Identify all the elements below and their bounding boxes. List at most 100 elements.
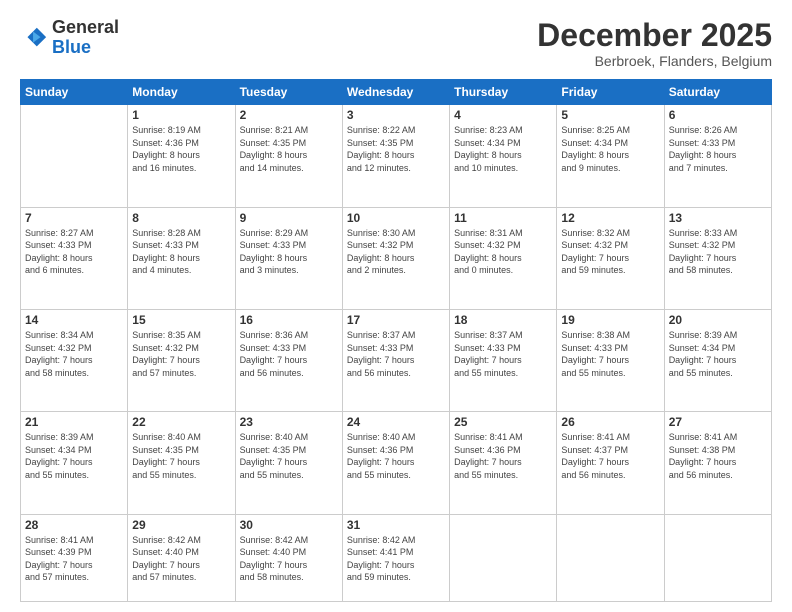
day-number: 21 bbox=[25, 415, 123, 429]
page: General Blue December 2025 Berbroek, Fla… bbox=[0, 0, 792, 612]
day-number: 25 bbox=[454, 415, 552, 429]
table-row: 18 Sunrise: 8:37 AM Sunset: 4:33 PM Dayli… bbox=[450, 309, 557, 411]
day-number: 22 bbox=[132, 415, 230, 429]
table-row: 24 Sunrise: 8:40 AM Sunset: 4:36 PM Dayli… bbox=[342, 412, 449, 514]
table-row: 19 Sunrise: 8:38 AM Sunset: 4:33 PM Dayli… bbox=[557, 309, 664, 411]
calendar-week-row: 28 Sunrise: 8:41 AM Sunset: 4:39 PM Dayli… bbox=[21, 514, 772, 601]
day-number: 2 bbox=[240, 108, 338, 122]
day-number: 17 bbox=[347, 313, 445, 327]
calendar-week-row: 21 Sunrise: 8:39 AM Sunset: 4:34 PM Dayli… bbox=[21, 412, 772, 514]
day-number: 30 bbox=[240, 518, 338, 532]
table-row: 11 Sunrise: 8:31 AM Sunset: 4:32 PM Dayli… bbox=[450, 207, 557, 309]
table-row: 20 Sunrise: 8:39 AM Sunset: 4:34 PM Dayli… bbox=[664, 309, 771, 411]
day-info: Sunrise: 8:31 AM Sunset: 4:32 PM Dayligh… bbox=[454, 227, 552, 277]
day-number: 19 bbox=[561, 313, 659, 327]
table-row: 4 Sunrise: 8:23 AM Sunset: 4:34 PM Daylig… bbox=[450, 105, 557, 207]
day-info: Sunrise: 8:40 AM Sunset: 4:35 PM Dayligh… bbox=[240, 431, 338, 481]
day-info: Sunrise: 8:27 AM Sunset: 4:33 PM Dayligh… bbox=[25, 227, 123, 277]
title-block: December 2025 Berbroek, Flanders, Belgiu… bbox=[537, 18, 772, 69]
day-info: Sunrise: 8:22 AM Sunset: 4:35 PM Dayligh… bbox=[347, 124, 445, 174]
day-info: Sunrise: 8:21 AM Sunset: 4:35 PM Dayligh… bbox=[240, 124, 338, 174]
day-number: 29 bbox=[132, 518, 230, 532]
day-info: Sunrise: 8:42 AM Sunset: 4:40 PM Dayligh… bbox=[132, 534, 230, 584]
table-row: 22Sunrise: 8:40 AM Sunset: 4:35 PM Dayli… bbox=[128, 412, 235, 514]
table-row: 28 Sunrise: 8:41 AM Sunset: 4:39 PM Dayli… bbox=[21, 514, 128, 601]
day-info: Sunrise: 8:37 AM Sunset: 4:33 PM Dayligh… bbox=[454, 329, 552, 379]
table-row: 25 Sunrise: 8:41 AM Sunset: 4:36 PM Dayli… bbox=[450, 412, 557, 514]
calendar-table: Sunday Monday Tuesday Wednesday Thursday… bbox=[20, 79, 772, 602]
day-info: Sunrise: 8:39 AM Sunset: 4:34 PM Dayligh… bbox=[669, 329, 767, 379]
header: General Blue December 2025 Berbroek, Fla… bbox=[20, 18, 772, 69]
table-row: 2 Sunrise: 8:21 AM Sunset: 4:35 PM Daylig… bbox=[235, 105, 342, 207]
day-number: 11 bbox=[454, 211, 552, 225]
day-info: Sunrise: 8:41 AM Sunset: 4:39 PM Dayligh… bbox=[25, 534, 123, 584]
day-info: Sunrise: 8:36 AM Sunset: 4:33 PM Dayligh… bbox=[240, 329, 338, 379]
logo-general: General bbox=[52, 18, 119, 38]
day-info: Sunrise: 8:40 AM Sunset: 4:36 PM Dayligh… bbox=[347, 431, 445, 481]
day-info: Sunrise: 8:39 AM Sunset: 4:34 PM Dayligh… bbox=[25, 431, 123, 481]
day-number: 10 bbox=[347, 211, 445, 225]
day-number: 16 bbox=[240, 313, 338, 327]
day-number: 5 bbox=[561, 108, 659, 122]
day-info: Sunrise: 8:32 AM Sunset: 4:32 PM Dayligh… bbox=[561, 227, 659, 277]
day-info: Sunrise: 8:23 AM Sunset: 4:34 PM Dayligh… bbox=[454, 124, 552, 174]
table-row: 17Sunrise: 8:37 AM Sunset: 4:33 PM Dayli… bbox=[342, 309, 449, 411]
table-row: 7 Sunrise: 8:27 AM Sunset: 4:33 PM Daylig… bbox=[21, 207, 128, 309]
day-number: 12 bbox=[561, 211, 659, 225]
day-info: Sunrise: 8:34 AM Sunset: 4:32 PM Dayligh… bbox=[25, 329, 123, 379]
month-title: December 2025 bbox=[537, 18, 772, 53]
day-number: 1 bbox=[132, 108, 230, 122]
calendar-week-row: 14 Sunrise: 8:34 AM Sunset: 4:32 PM Dayli… bbox=[21, 309, 772, 411]
day-number: 7 bbox=[25, 211, 123, 225]
day-info: Sunrise: 8:41 AM Sunset: 4:37 PM Dayligh… bbox=[561, 431, 659, 481]
day-number: 23 bbox=[240, 415, 338, 429]
weekday-header-row: Sunday Monday Tuesday Wednesday Thursday… bbox=[21, 80, 772, 105]
table-row: 9 Sunrise: 8:29 AM Sunset: 4:33 PM Daylig… bbox=[235, 207, 342, 309]
table-row: 6Sunrise: 8:26 AM Sunset: 4:33 PM Daylig… bbox=[664, 105, 771, 207]
table-row: 3 Sunrise: 8:22 AM Sunset: 4:35 PM Daylig… bbox=[342, 105, 449, 207]
day-number: 14 bbox=[25, 313, 123, 327]
day-info: Sunrise: 8:29 AM Sunset: 4:33 PM Dayligh… bbox=[240, 227, 338, 277]
table-row: 13 Sunrise: 8:33 AM Sunset: 4:32 PM Dayli… bbox=[664, 207, 771, 309]
table-row: 16 Sunrise: 8:36 AM Sunset: 4:33 PM Dayli… bbox=[235, 309, 342, 411]
day-info: Sunrise: 8:38 AM Sunset: 4:33 PM Dayligh… bbox=[561, 329, 659, 379]
header-tuesday: Tuesday bbox=[235, 80, 342, 105]
header-monday: Monday bbox=[128, 80, 235, 105]
table-row: 12 Sunrise: 8:32 AM Sunset: 4:32 PM Dayli… bbox=[557, 207, 664, 309]
day-number: 18 bbox=[454, 313, 552, 327]
header-wednesday: Wednesday bbox=[342, 80, 449, 105]
table-row: 15 Sunrise: 8:35 AM Sunset: 4:32 PM Dayli… bbox=[128, 309, 235, 411]
day-number: 31 bbox=[347, 518, 445, 532]
day-number: 4 bbox=[454, 108, 552, 122]
table-row: 8 Sunrise: 8:28 AM Sunset: 4:33 PM Daylig… bbox=[128, 207, 235, 309]
day-number: 3 bbox=[347, 108, 445, 122]
table-row bbox=[557, 514, 664, 601]
calendar-week-row: 7 Sunrise: 8:27 AM Sunset: 4:33 PM Daylig… bbox=[21, 207, 772, 309]
table-row: 27Sunrise: 8:41 AM Sunset: 4:38 PM Dayli… bbox=[664, 412, 771, 514]
day-number: 9 bbox=[240, 211, 338, 225]
day-number: 8 bbox=[132, 211, 230, 225]
day-info: Sunrise: 8:41 AM Sunset: 4:36 PM Dayligh… bbox=[454, 431, 552, 481]
day-number: 15 bbox=[132, 313, 230, 327]
day-number: 20 bbox=[669, 313, 767, 327]
header-saturday: Saturday bbox=[664, 80, 771, 105]
day-info: Sunrise: 8:35 AM Sunset: 4:32 PM Dayligh… bbox=[132, 329, 230, 379]
day-number: 24 bbox=[347, 415, 445, 429]
day-info: Sunrise: 8:42 AM Sunset: 4:40 PM Dayligh… bbox=[240, 534, 338, 584]
day-number: 26 bbox=[561, 415, 659, 429]
day-info: Sunrise: 8:26 AM Sunset: 4:33 PM Dayligh… bbox=[669, 124, 767, 174]
day-number: 13 bbox=[669, 211, 767, 225]
day-info: Sunrise: 8:33 AM Sunset: 4:32 PM Dayligh… bbox=[669, 227, 767, 277]
location: Berbroek, Flanders, Belgium bbox=[537, 53, 772, 69]
day-info: Sunrise: 8:28 AM Sunset: 4:33 PM Dayligh… bbox=[132, 227, 230, 277]
table-row: 14 Sunrise: 8:34 AM Sunset: 4:32 PM Dayli… bbox=[21, 309, 128, 411]
table-row: 21 Sunrise: 8:39 AM Sunset: 4:34 PM Dayli… bbox=[21, 412, 128, 514]
calendar-week-row: 1Sunrise: 8:19 AM Sunset: 4:36 PM Daylig… bbox=[21, 105, 772, 207]
table-row: 1Sunrise: 8:19 AM Sunset: 4:36 PM Daylig… bbox=[128, 105, 235, 207]
day-info: Sunrise: 8:41 AM Sunset: 4:38 PM Dayligh… bbox=[669, 431, 767, 481]
day-number: 28 bbox=[25, 518, 123, 532]
logo-blue: Blue bbox=[52, 38, 119, 58]
day-info: Sunrise: 8:25 AM Sunset: 4:34 PM Dayligh… bbox=[561, 124, 659, 174]
table-row bbox=[664, 514, 771, 601]
table-row bbox=[21, 105, 128, 207]
